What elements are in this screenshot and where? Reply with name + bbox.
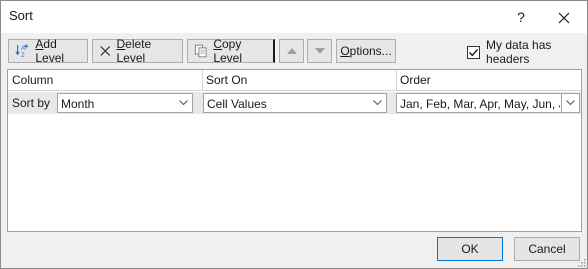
sort-on-dropdown[interactable]: Cell Values (203, 93, 387, 113)
sort-levels-grid: Column Sort On Order Sort by Month Cell … (7, 69, 582, 232)
svg-text:A: A (21, 46, 25, 52)
options-text: ptions... (349, 44, 392, 58)
order-dropdown-value: Jan, Feb, Mar, Apr, May, Jun, Jul, A (400, 97, 560, 111)
column-header: Column (12, 73, 54, 87)
move-down-button[interactable] (307, 39, 332, 63)
headers-checkbox-label: My data has headers (486, 38, 587, 66)
sort-by-label: Sort by (12, 96, 51, 110)
sort-on-dropdown-arrow[interactable] (368, 94, 386, 112)
headers-label-post: eaders (492, 52, 530, 66)
headers-label-accel: h (486, 52, 493, 66)
delete-x-icon (100, 46, 111, 56)
column-dropdown[interactable]: Month (57, 93, 193, 113)
sort-dialog: Sort ? A Z Add Level Delete Level Copy L… (0, 0, 588, 269)
move-up-button[interactable] (279, 39, 304, 63)
triangle-down-icon (314, 48, 325, 54)
chevron-down-icon (178, 100, 188, 106)
order-dropdown-arrow[interactable] (561, 94, 579, 112)
headers-checkbox[interactable] (467, 45, 480, 59)
copy-level-button[interactable]: Copy Level (187, 37, 275, 65)
sort-level-row[interactable]: Sort by Month Cell Values Jan, Feb, Mar,… (8, 92, 581, 114)
copy-level-label: Copy Level (213, 37, 267, 65)
dialog-title: Sort (9, 8, 33, 23)
add-level-icon: A Z (15, 44, 29, 59)
order-dropdown[interactable]: Jan, Feb, Mar, Apr, May, Jun, Jul, A (396, 93, 580, 113)
ok-button[interactable]: OK (437, 237, 503, 261)
column-dropdown-value: Month (61, 97, 95, 111)
title-bar: Sort ? (1, 1, 587, 33)
delete-level-accel: D (116, 37, 126, 51)
checkmark-icon (469, 48, 479, 56)
add-level-button[interactable]: A Z Add Level (8, 37, 88, 65)
column-dropdown-arrow[interactable] (174, 94, 192, 112)
sort-on-dropdown-value: Cell Values (207, 97, 267, 111)
order-header: Order (400, 73, 431, 87)
resize-grip-icon[interactable] (576, 257, 586, 267)
options-label: Options... (340, 44, 391, 58)
my-data-has-headers[interactable]: My data has headers (467, 38, 587, 66)
delete-level-button[interactable]: Delete Level (92, 37, 183, 65)
options-button[interactable]: Options... (336, 39, 396, 63)
sort-on-header: Sort On (206, 73, 248, 87)
close-button[interactable] (549, 3, 579, 31)
chevron-down-icon (372, 100, 382, 106)
add-level-label: Add Level (35, 37, 81, 65)
delete-level-label: Delete Level (116, 37, 176, 65)
cancel-button[interactable]: Cancel (514, 237, 580, 261)
help-button[interactable]: ? (506, 3, 536, 31)
copy-level-accel: C (213, 37, 222, 51)
triangle-up-icon (286, 48, 297, 54)
copy-icon (194, 44, 207, 58)
grid-header: Column Sort On Order (8, 70, 581, 91)
svg-text:Z: Z (21, 53, 25, 59)
chevron-down-icon (566, 100, 575, 106)
close-icon (558, 12, 570, 24)
options-accel: O (340, 44, 350, 58)
headers-label-pre: My data has (486, 38, 552, 52)
